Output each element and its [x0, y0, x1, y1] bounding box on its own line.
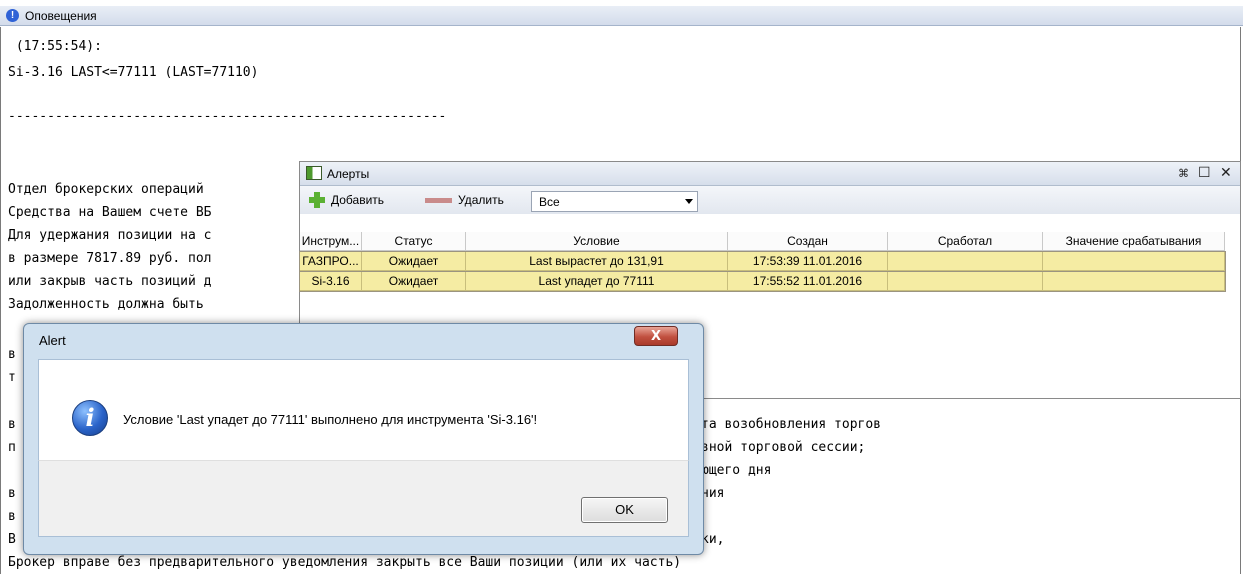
- cell-created: 17:55:52 11.01.2016: [728, 272, 888, 291]
- notification-line: или закрыв часть позиций д: [8, 274, 212, 289]
- column-header-triggered[interactable]: Сработал: [888, 232, 1043, 251]
- minus-icon: [425, 197, 452, 203]
- notifications-title: Оповещения: [25, 9, 97, 23]
- add-button[interactable]: Добавить: [308, 191, 384, 209]
- alert-dialog: Alert X i Условие 'Last упадет до 77111'…: [23, 323, 704, 555]
- notification-fragment: в: [8, 347, 16, 362]
- dialog-message: Условие 'Last упадет до 77111' выполнено…: [123, 412, 538, 427]
- info-icon: i: [72, 400, 108, 436]
- notification-line: Средства на Вашем счете ВБ: [8, 205, 212, 220]
- cell-instrument: ГАЗПРО...: [300, 252, 362, 271]
- notification-fragment: в: [8, 417, 16, 432]
- cell-trigger-value: [1043, 272, 1225, 291]
- column-header-instrument[interactable]: Инструм...: [300, 232, 362, 251]
- column-header-created[interactable]: Создан: [728, 232, 888, 251]
- grid-icon: [306, 166, 322, 180]
- add-label: Добавить: [331, 193, 385, 207]
- dialog-title: Alert: [39, 333, 66, 348]
- cell-condition: Last упадет до 77111: [466, 272, 728, 291]
- notification-line: в размере 7817.89 руб. пол: [8, 251, 212, 266]
- info-icon: !: [6, 9, 19, 22]
- notification-line: вной торговой сессии;: [701, 440, 866, 455]
- column-header-condition[interactable]: Условие: [466, 232, 728, 251]
- alerts-title: Алерты: [327, 167, 370, 181]
- alerts-toolbar: Добавить Удалить Все: [300, 186, 1240, 214]
- notification-line: ния: [701, 486, 725, 501]
- notification-fragment: т: [8, 370, 16, 385]
- notification-line: ющего дня: [701, 463, 772, 478]
- pin-icon[interactable]: ⌘: [1178, 167, 1189, 180]
- maximize-icon[interactable]: ☐: [1198, 165, 1211, 181]
- filter-select[interactable]: Все: [531, 191, 698, 212]
- dialog-close-button[interactable]: X: [634, 326, 678, 346]
- table-header: Инструм... Статус Условие Создан Сработа…: [300, 232, 1225, 251]
- notification-line: Si-3.16 LAST<=77111 (LAST=77110): [8, 65, 259, 80]
- cell-trigger-value: [1043, 252, 1225, 271]
- delete-button[interactable]: Удалить: [425, 191, 504, 209]
- notifications-title-bar[interactable]: ! Оповещения: [0, 6, 1243, 26]
- notification-line: (17:55:54):: [8, 39, 102, 54]
- notification-fragment: в: [8, 486, 16, 501]
- notification-fragment: ки,: [701, 532, 725, 547]
- notification-line: та возобновления торгов: [701, 417, 882, 432]
- filter-value: Все: [539, 195, 560, 209]
- cell-triggered: [888, 252, 1043, 271]
- cell-status: Ожидает: [362, 252, 466, 271]
- notification-line: Брокер вправе без предварительного уведо…: [8, 555, 682, 570]
- notification-line: Отдел брокерских операций: [8, 182, 204, 197]
- notification-fragment: п: [8, 440, 16, 455]
- cell-instrument: Si-3.16: [300, 272, 362, 291]
- cell-status: Ожидает: [362, 272, 466, 291]
- alerts-title-bar[interactable]: Алерты ⌘ ☐ ✕: [300, 162, 1240, 186]
- cell-condition: Last вырастет до 131,91: [466, 252, 728, 271]
- ok-button[interactable]: OK: [581, 497, 668, 523]
- delete-label: Удалить: [458, 193, 504, 207]
- notification-fragment: В: [8, 532, 16, 547]
- cell-created: 17:53:39 11.01.2016: [728, 252, 888, 271]
- notification-fragment: в: [8, 509, 16, 524]
- dialog-content: i Условие 'Last упадет до 77111' выполне…: [38, 359, 689, 460]
- table-row[interactable]: Si-3.16 Ожидает Last упадет до 77111 17:…: [299, 271, 1226, 292]
- column-header-trigger-value[interactable]: Значение срабатывания: [1043, 232, 1225, 251]
- notification-line: Для удержания позиции на с: [8, 228, 212, 243]
- notification-separator: ----------------------------------------…: [8, 109, 447, 124]
- notification-line: Задолженность должна быть: [8, 297, 204, 312]
- column-header-status[interactable]: Статус: [362, 232, 466, 251]
- dialog-footer: OK: [38, 460, 689, 537]
- close-icon[interactable]: ✕: [1220, 165, 1232, 181]
- table-row[interactable]: ГАЗПРО... Ожидает Last вырастет до 131,9…: [299, 251, 1226, 272]
- plus-icon: [308, 191, 326, 209]
- chevron-down-icon: [685, 199, 693, 204]
- cell-triggered: [888, 272, 1043, 291]
